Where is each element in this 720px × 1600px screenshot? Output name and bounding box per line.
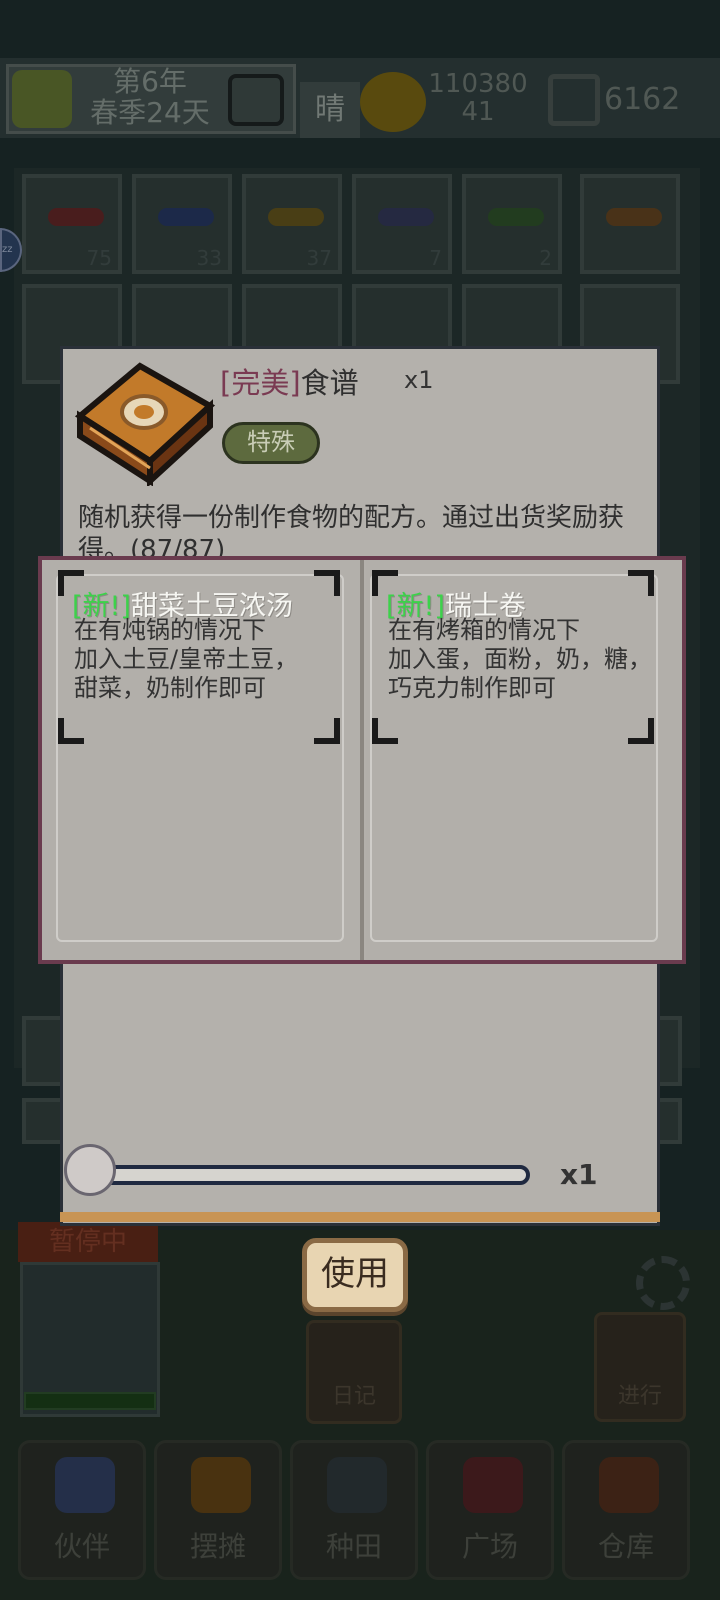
corner-bracket-icon: [314, 570, 340, 596]
recipe-line: 甜菜，奶制作即可: [74, 674, 266, 702]
book-spine: [360, 560, 364, 960]
use-button[interactable]: 使用: [302, 1238, 408, 1312]
item-name-text: 食谱: [300, 366, 359, 400]
recipe-line: 加入蛋，面粉，奶，糖，: [388, 645, 652, 673]
quantity-slider-knob[interactable]: [64, 1144, 116, 1196]
corner-bracket-icon: [372, 718, 398, 744]
corner-bracket-icon: [628, 718, 654, 744]
item-quality: [完美]: [220, 366, 301, 400]
recipe-book-icon: [74, 362, 216, 486]
corner-bracket-icon: [628, 570, 654, 596]
slider-quantity: x1: [560, 1158, 598, 1191]
item-quantity: x1: [404, 366, 434, 394]
dialog-footer-strip: [60, 1212, 660, 1222]
recipe-line: 加入土豆/皇帝土豆，: [74, 645, 299, 673]
item-name: [完美]食谱: [220, 360, 359, 402]
recipe-line: 巧克力制作即可: [388, 674, 556, 702]
recipe-instructions-2: 在有烤箱的情况下 加入蛋，面粉，奶，糖， 巧克力制作即可: [388, 616, 658, 703]
corner-bracket-icon: [58, 718, 84, 744]
recipe-instructions-1: 在有炖锅的情况下 加入土豆/皇帝土豆， 甜菜，奶制作即可: [74, 616, 344, 703]
recipe-line: 在有烤箱的情况下: [388, 616, 580, 644]
item-category-tag: 特殊: [222, 422, 320, 464]
corner-bracket-icon: [314, 718, 340, 744]
recipe-line: 在有炖锅的情况下: [74, 616, 266, 644]
quantity-slider-track[interactable]: [102, 1165, 530, 1185]
